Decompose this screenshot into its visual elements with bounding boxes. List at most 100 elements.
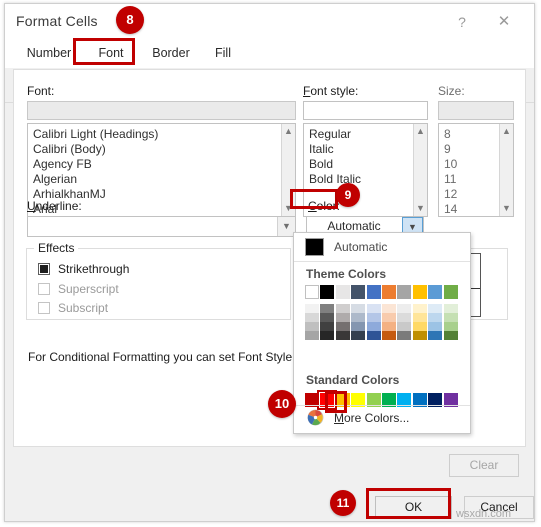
- font-style-input[interactable]: [303, 101, 428, 120]
- list-item[interactable]: Agency FB: [28, 157, 280, 172]
- theme-color-tint-swatch[interactable]: [351, 331, 365, 340]
- list-item[interactable]: Calibri Light (Headings): [28, 127, 280, 142]
- theme-color-tint-swatch[interactable]: [305, 304, 319, 313]
- strikethrough-checkbox[interactable]: [38, 263, 50, 275]
- theme-color-swatch[interactable]: [397, 285, 411, 299]
- more-colors-row[interactable]: More Colors...: [294, 405, 470, 431]
- theme-color-tint-swatch[interactable]: [351, 304, 365, 313]
- theme-color-swatch[interactable]: [428, 285, 442, 299]
- underline-label: Underline:: [27, 199, 82, 213]
- theme-color-swatch[interactable]: [320, 285, 334, 299]
- theme-color-tint-swatch[interactable]: [413, 331, 427, 340]
- list-item[interactable]: 11: [439, 172, 498, 187]
- theme-color-swatch[interactable]: [444, 285, 458, 299]
- font-style-label: Font style:: [303, 84, 358, 98]
- tab-fill[interactable]: Fill: [201, 39, 245, 68]
- close-icon[interactable]: ✕: [492, 12, 516, 32]
- effects-legend: Effects: [34, 241, 78, 255]
- list-item[interactable]: 14: [439, 202, 498, 217]
- superscript-label: Superscript: [58, 282, 119, 297]
- theme-color-tint-swatch[interactable]: [305, 331, 319, 340]
- size-list-scrollbar[interactable]: ▲ ▼: [499, 124, 513, 216]
- theme-color-tint-swatch[interactable]: [397, 304, 411, 313]
- tab-border[interactable]: Border: [141, 39, 201, 68]
- scroll-up-icon[interactable]: ▲: [414, 125, 427, 138]
- theme-color-tint-swatch[interactable]: [397, 322, 411, 331]
- list-item[interactable]: Algerian: [28, 172, 280, 187]
- theme-color-tint-swatch[interactable]: [320, 304, 334, 313]
- list-item[interactable]: 9: [439, 142, 498, 157]
- subscript-label: Subscript: [58, 301, 108, 316]
- color-dropdown-panel: Automatic Theme Colors Standard Colors M…: [293, 232, 471, 434]
- scroll-down-icon[interactable]: ▼: [500, 202, 513, 215]
- theme-color-tint-swatch[interactable]: [428, 331, 442, 340]
- theme-color-tint-swatch[interactable]: [351, 313, 365, 322]
- superscript-checkbox[interactable]: [38, 283, 50, 295]
- theme-color-tint-swatch[interactable]: [428, 322, 442, 331]
- theme-color-swatch[interactable]: [351, 285, 365, 299]
- theme-color-tint-swatch[interactable]: [305, 322, 319, 331]
- theme-color-tint-swatch[interactable]: [444, 304, 458, 313]
- clear-button[interactable]: Clear: [449, 454, 519, 477]
- theme-color-tint-swatch[interactable]: [367, 313, 381, 322]
- size-listbox[interactable]: 8 9 10 11 12 14 ▲ ▼: [438, 123, 514, 217]
- theme-color-tint-swatch[interactable]: [336, 331, 350, 340]
- theme-color-tint-swatch[interactable]: [444, 331, 458, 340]
- automatic-color-row[interactable]: Automatic: [294, 233, 470, 261]
- theme-color-swatch[interactable]: [413, 285, 427, 299]
- theme-color-swatch[interactable]: [382, 285, 396, 299]
- theme-color-swatch[interactable]: [305, 285, 319, 299]
- theme-color-tint-swatch[interactable]: [413, 304, 427, 313]
- list-item[interactable]: Calibri (Body): [28, 142, 280, 157]
- size-input[interactable]: [438, 101, 514, 120]
- strikethrough-label: Strikethrough: [58, 262, 129, 277]
- scroll-up-icon[interactable]: ▲: [500, 125, 513, 138]
- style-list-scrollbar[interactable]: ▲ ▼: [413, 124, 427, 216]
- theme-color-tint-swatch[interactable]: [444, 313, 458, 322]
- subscript-checkbox[interactable]: [38, 302, 50, 314]
- list-item[interactable]: Italic: [304, 142, 412, 157]
- font-input[interactable]: [27, 101, 296, 120]
- style-list-items: Regular Italic Bold Bold Italic: [304, 127, 412, 187]
- theme-color-tint-swatch[interactable]: [336, 322, 350, 331]
- theme-color-tint-swatch[interactable]: [336, 304, 350, 313]
- theme-color-tint-swatch[interactable]: [320, 313, 334, 322]
- theme-color-tint-swatch[interactable]: [397, 331, 411, 340]
- list-item[interactable]: Regular: [304, 127, 412, 142]
- panel-divider: [294, 261, 470, 262]
- scroll-down-icon[interactable]: ▼: [414, 202, 427, 215]
- theme-color-tint-swatch[interactable]: [336, 313, 350, 322]
- theme-color-tint-swatch[interactable]: [382, 331, 396, 340]
- theme-color-tint-swatch[interactable]: [367, 304, 381, 313]
- tab-number[interactable]: Number: [19, 39, 79, 68]
- theme-color-tint-swatch[interactable]: [367, 331, 381, 340]
- theme-color-swatch[interactable]: [367, 285, 381, 299]
- watermark: wsxdn.com: [456, 508, 511, 520]
- list-item[interactable]: Bold Italic: [304, 172, 412, 187]
- theme-color-tint-swatch[interactable]: [444, 322, 458, 331]
- theme-color-tint-swatch[interactable]: [351, 322, 365, 331]
- theme-color-tint-swatch[interactable]: [413, 313, 427, 322]
- theme-color-tint-swatch[interactable]: [428, 304, 442, 313]
- theme-color-tint-swatch[interactable]: [382, 322, 396, 331]
- theme-color-tint-swatch[interactable]: [382, 313, 396, 322]
- list-item[interactable]: 12: [439, 187, 498, 202]
- theme-color-tint-swatch[interactable]: [320, 322, 334, 331]
- theme-color-tint-swatch[interactable]: [413, 322, 427, 331]
- help-icon[interactable]: ?: [450, 12, 474, 32]
- list-item[interactable]: Bold: [304, 157, 412, 172]
- underline-combo[interactable]: ▼: [27, 216, 296, 237]
- theme-color-swatch[interactable]: [336, 285, 350, 299]
- scroll-up-icon[interactable]: ▲: [282, 125, 295, 138]
- annotation-badge-11: 11: [330, 490, 356, 516]
- theme-color-tint-swatch[interactable]: [397, 313, 411, 322]
- automatic-color-swatch[interactable]: [305, 238, 324, 256]
- theme-color-tint-swatch[interactable]: [320, 331, 334, 340]
- theme-color-tint-swatch[interactable]: [367, 322, 381, 331]
- list-item[interactable]: 8: [439, 127, 498, 142]
- theme-color-tint-swatch[interactable]: [382, 304, 396, 313]
- theme-color-tint-swatch[interactable]: [428, 313, 442, 322]
- theme-color-tint-swatch[interactable]: [305, 313, 319, 322]
- annotation-badge-10: 10: [268, 390, 296, 418]
- list-item[interactable]: 10: [439, 157, 498, 172]
